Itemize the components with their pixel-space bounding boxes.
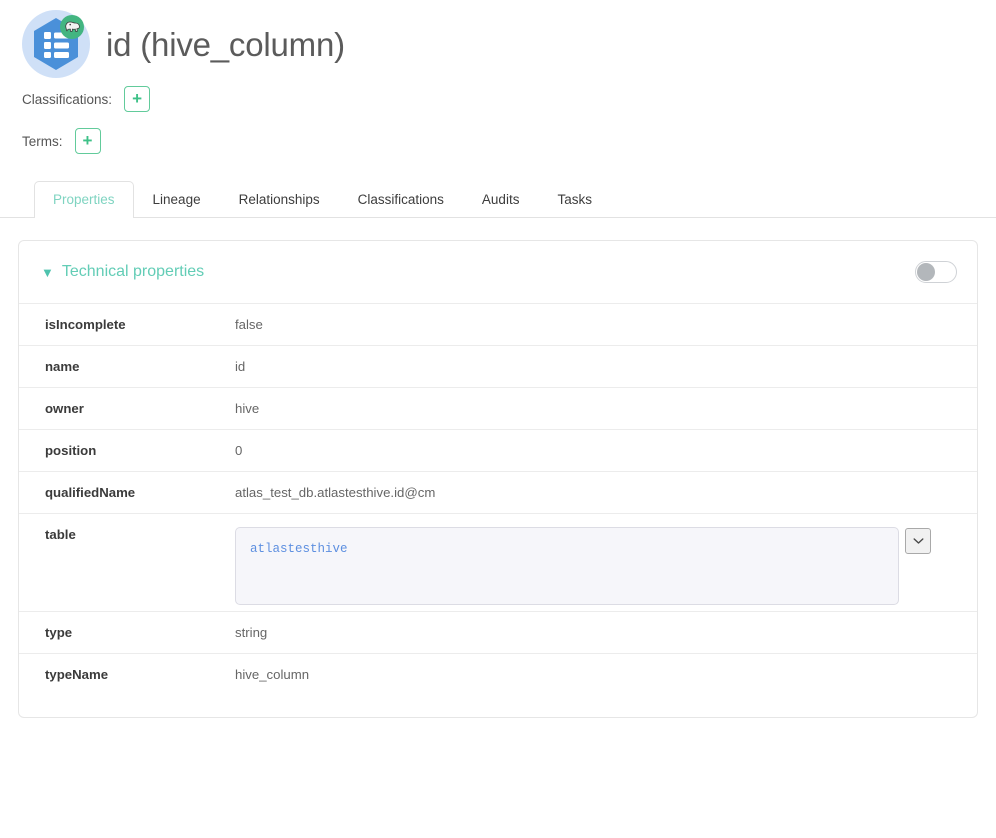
add-term-button[interactable]: + <box>74 128 101 154</box>
technical-properties-card: ▼ Technical properties isIncomplete false… <box>18 240 978 718</box>
tab-audits[interactable]: Audits <box>463 181 539 219</box>
tab-tasks[interactable]: Tasks <box>538 181 611 219</box>
property-value: false <box>235 317 263 332</box>
property-value: 0 <box>235 443 243 458</box>
technical-properties-toggle[interactable] <box>915 261 957 283</box>
technical-properties-header: ▼ Technical properties <box>19 241 977 303</box>
tab-lineage[interactable]: Lineage <box>134 181 220 219</box>
tab-relationships[interactable]: Relationships <box>220 181 339 219</box>
classifications-row: Classifications: + <box>0 78 996 120</box>
table-row: isIncomplete false <box>19 303 977 346</box>
property-key: table <box>45 527 76 542</box>
table-row: typeName hive_column <box>19 653 977 696</box>
toggle-knob <box>917 263 935 281</box>
classifications-label: Classifications: <box>22 91 113 107</box>
table-row: table atlastesthive <box>19 513 977 612</box>
technical-properties-title: Technical properties <box>61 263 205 280</box>
add-classification-button[interactable]: + <box>124 86 151 112</box>
property-key: owner <box>45 401 84 416</box>
tab-classifications[interactable]: Classifications <box>339 181 463 219</box>
entity-header: id (hive_column) <box>0 0 996 78</box>
property-key: position <box>45 443 97 458</box>
property-key: typeName <box>45 667 109 682</box>
entity-tabs: Properties Lineage Relationships Classifica… <box>0 174 996 218</box>
table-row: type string <box>19 611 977 654</box>
property-key: isIncomplete <box>45 317 126 332</box>
reference-expand-button[interactable] <box>905 528 931 554</box>
table-row: owner hive <box>19 387 977 430</box>
page-title: id (hive_column) <box>106 25 345 63</box>
property-key: type <box>45 625 73 640</box>
table-row: name id <box>19 345 977 388</box>
terms-row: Terms: + <box>0 120 996 162</box>
entity-avatar <box>22 10 90 78</box>
property-key: qualifiedName <box>45 485 136 500</box>
plus-icon: + <box>82 131 93 150</box>
property-value: hive_column <box>235 667 310 682</box>
property-value: string <box>235 625 268 640</box>
plus-icon: + <box>132 89 142 108</box>
terms-label: Terms: <box>22 133 63 149</box>
hive-elephant-badge-icon <box>60 15 84 39</box>
reference-link[interactable]: atlastesthive <box>250 542 348 556</box>
tab-properties[interactable]: Properties <box>34 180 134 218</box>
chevron-down-icon[interactable]: ▼ <box>41 266 54 279</box>
table-row: qualifiedName atlas_test_db.atlastesthive… <box>19 471 977 514</box>
reference-widget: atlastesthive <box>235 527 945 605</box>
property-value: atlas_test_db.atlastesthive.id@cm <box>235 485 436 500</box>
table-row: position 0 <box>19 429 977 472</box>
property-value: atlastesthive <box>235 514 977 612</box>
technical-properties-header-left[interactable]: ▼ Technical properties <box>41 263 204 281</box>
chevron-down-icon <box>913 538 923 544</box>
property-key: name <box>45 359 80 374</box>
property-value: id <box>235 359 246 374</box>
properties-table: isIncomplete false name id owner hive position… <box>19 303 977 695</box>
property-value: hive <box>235 401 260 416</box>
reference-box: atlastesthive <box>235 527 899 605</box>
